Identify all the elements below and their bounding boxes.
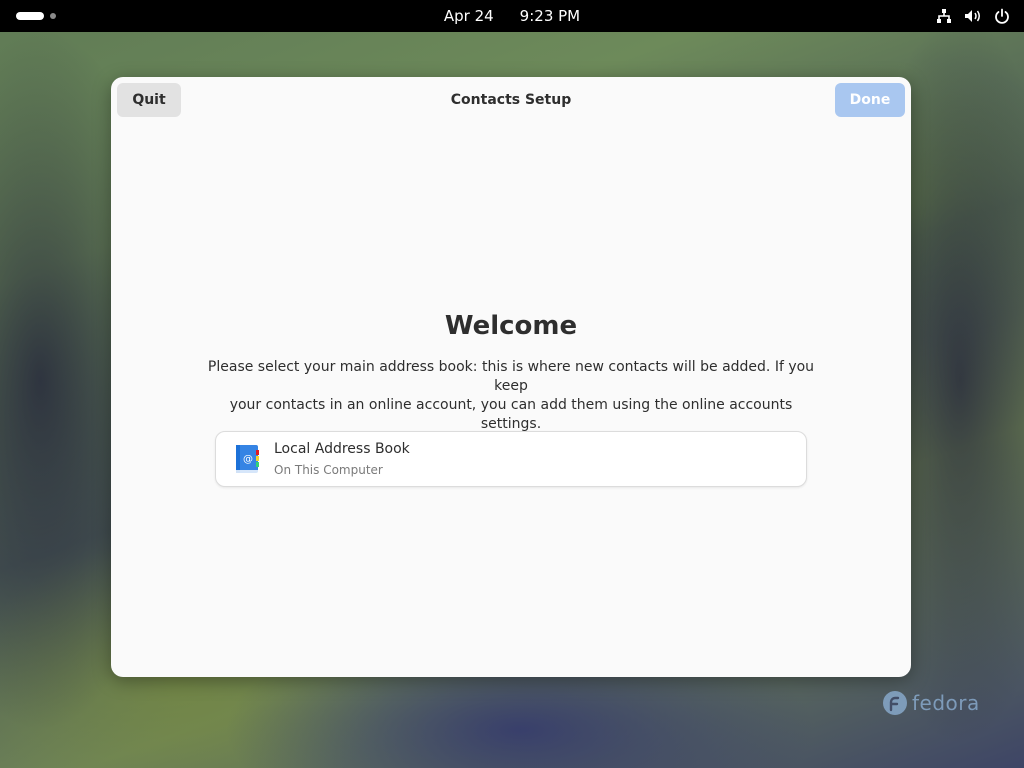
- volume-icon[interactable]: [964, 8, 982, 24]
- welcome-description: Please select your main address book: th…: [207, 358, 815, 434]
- time-label: 9:23 PM: [519, 7, 581, 25]
- address-book-title: Local Address Book: [274, 441, 410, 457]
- header-bar: Quit Contacts Setup Done: [111, 77, 911, 123]
- fedora-logo-icon: [883, 691, 907, 715]
- power-icon[interactable]: [994, 8, 1010, 24]
- fedora-logo-text: fedora: [912, 691, 980, 715]
- description-line-2: your contacts in an online account, you …: [229, 397, 793, 432]
- description-line-1: Please select your main address book: th…: [207, 359, 815, 394]
- done-button[interactable]: Done: [835, 83, 905, 117]
- welcome-heading: Welcome: [444, 311, 578, 341]
- address-book-list: @ Local Address Book On This Computer: [215, 431, 807, 487]
- network-icon[interactable]: [936, 8, 952, 24]
- clock[interactable]: Apr 24 9:23 PM: [0, 0, 1024, 32]
- address-book-row-local[interactable]: @ Local Address Book On This Computer: [216, 432, 806, 486]
- fedora-logo: fedora: [882, 690, 980, 716]
- contacts-setup-dialog: Quit Contacts Setup Done Welcome Please …: [111, 77, 911, 677]
- svg-text:@: @: [243, 454, 253, 465]
- address-book-subtitle: On This Computer: [274, 463, 383, 477]
- system-tray[interactable]: [936, 0, 1010, 32]
- address-book-icon: @: [234, 444, 260, 474]
- top-bar: Apr 24 9:23 PM: [0, 0, 1024, 32]
- dialog-title: Contacts Setup: [450, 92, 572, 108]
- date-label: Apr 24: [443, 7, 494, 25]
- quit-button[interactable]: Quit: [117, 83, 181, 117]
